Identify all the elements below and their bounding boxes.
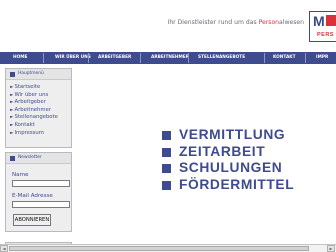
keyword-foerdermittel: FÖRDERMITTEL: [179, 176, 295, 192]
menu-item-label: Startseite: [14, 84, 41, 90]
square-bullet-icon: [162, 131, 171, 140]
main-menu-box: Hauptmenü ►Startseite ►Wir über uns ►Arb…: [5, 68, 72, 148]
menu-item-arbeitnehmer[interactable]: ►Arbeitnehmer: [10, 107, 71, 115]
square-bullet-icon: [162, 147, 171, 157]
company-logo[interactable]: M PERS: [309, 11, 336, 42]
menu-item-label: Impressum: [14, 129, 44, 136]
newsletter-box: Newsletter Name E-Mail Adresse ABONNIERE…: [5, 152, 72, 232]
email-field[interactable]: [12, 201, 70, 208]
email-label: E-Mail Adresse: [12, 193, 53, 199]
menu-item-startseite[interactable]: ►Startseite: [10, 84, 71, 92]
arrow-right-icon: ►: [10, 115, 14, 121]
name-field[interactable]: [12, 180, 70, 187]
tagline-text: Ihr Dienstleister rund um das: [167, 19, 259, 26]
arrow-right-icon: ►: [10, 107, 14, 113]
logo-letter: M: [313, 13, 325, 29]
menu-item-kontakt[interactable]: ►Kontakt: [10, 122, 71, 130]
menu-item-impressum[interactable]: ►Impressum: [10, 130, 71, 138]
nav-separator: [88, 53, 89, 63]
logo-subtext: PERS: [317, 32, 334, 38]
nav-item-impressum[interactable]: IMPR: [316, 52, 328, 64]
nav-item-home[interactable]: HOME: [13, 52, 27, 64]
arrow-right-icon: ►: [10, 85, 14, 90]
scrollbar-thumb[interactable]: [9, 246, 309, 251]
nav-item-wir-ueber-uns[interactable]: WIR ÜBER UNS: [55, 52, 91, 64]
square-bullet-icon: [162, 164, 171, 173]
newsletter-header: Newsletter: [6, 153, 71, 164]
menu-item-label: Arbeitgeber: [14, 99, 46, 106]
menu-item-label: Kontakt: [14, 121, 35, 128]
nav-separator: [188, 53, 189, 63]
keyword-zeitarbeit: ZEITARBEIT: [179, 143, 266, 159]
square-bullet-icon: [10, 72, 15, 77]
page: Ihr Dienstleister rund um das Personalwe…: [0, 0, 336, 252]
tagline-end: alwesen: [279, 19, 304, 26]
main-navigation: HOME WIR ÜBER UNS ARBEITGEBER ARBEITNEHM…: [0, 52, 336, 64]
subscribe-button[interactable]: ABONNIEREN: [13, 214, 51, 226]
nav-item-arbeitnehmer[interactable]: ARBEITNEHMER: [151, 52, 189, 64]
nav-separator: [140, 53, 141, 63]
arrow-right-icon: ►: [10, 92, 14, 98]
nav-item-arbeitgeber[interactable]: ARBEITGEBER: [98, 52, 131, 64]
main-menu-list: ►Startseite ►Wir über uns ►Arbeitgeber ►…: [6, 80, 71, 137]
menu-item-stellenangebote[interactable]: ►Stellenangebote: [10, 114, 71, 122]
menu-item-label: Stellenangebote: [14, 114, 58, 121]
newsletter-title: Newsletter: [18, 155, 42, 160]
horizontal-scrollbar[interactable]: ◄ ►: [0, 244, 336, 252]
menu-item-wir-ueber-uns[interactable]: ►Wir über uns: [10, 92, 71, 100]
main-menu-title: Hauptmenü: [18, 71, 44, 76]
nav-item-kontakt[interactable]: KONTAKT: [273, 52, 296, 64]
square-bullet-icon: [162, 180, 171, 190]
tagline-highlight: Person: [258, 19, 280, 26]
square-bullet-icon: [10, 156, 15, 161]
arrow-right-icon: ►: [10, 122, 14, 128]
logo-red-block: [326, 15, 336, 26]
header-tagline: Ihr Dienstleister rund um das Personalwe…: [0, 19, 304, 26]
keyword-vermittlung: VERMITTLUNG: [179, 127, 286, 142]
scroll-right-icon[interactable]: ►: [327, 245, 335, 252]
arrow-right-icon: ►: [10, 130, 14, 136]
nav-separator: [305, 53, 306, 63]
menu-item-label: Arbeitnehmer: [14, 106, 52, 113]
arrow-right-icon: ►: [10, 100, 14, 106]
menu-item-label: Wir über uns: [14, 91, 49, 98]
scroll-left-icon[interactable]: ◄: [0, 245, 8, 252]
nav-separator: [43, 53, 44, 63]
nav-separator: [264, 53, 265, 63]
name-label: Name: [12, 172, 29, 178]
main-menu-header: Hauptmenü: [6, 69, 71, 80]
menu-item-arbeitgeber[interactable]: ►Arbeitgeber: [10, 99, 71, 107]
keyword-schulungen: SCHULUNGEN: [179, 160, 283, 175]
nav-item-stellenangebote[interactable]: STELLENANGEBOTE: [198, 52, 245, 64]
